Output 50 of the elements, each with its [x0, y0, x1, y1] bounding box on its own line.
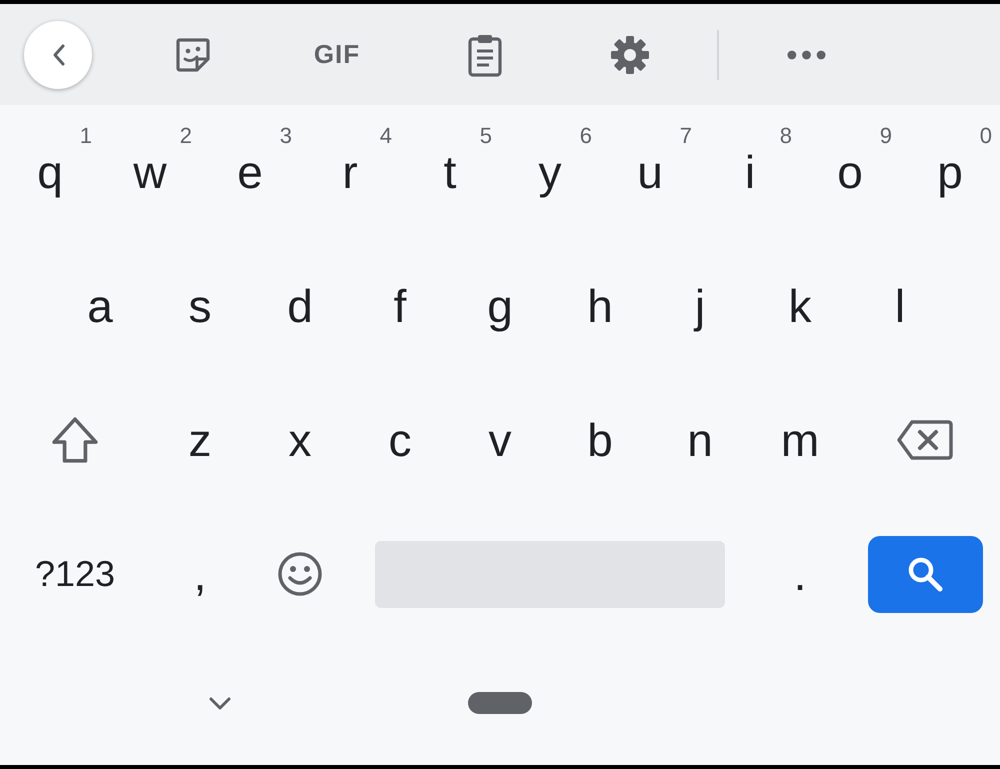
- letter-key[interactable]: u 7: [600, 105, 700, 239]
- letter-key[interactable]: f: [350, 239, 450, 373]
- clipboard-icon[interactable]: [467, 32, 503, 76]
- number-hint: 5: [480, 125, 492, 147]
- letter-key[interactable]: y 6: [500, 105, 600, 239]
- number-hint: 0: [980, 125, 992, 147]
- letter-key[interactable]: m: [750, 373, 850, 507]
- letter-key[interactable]: t 5: [400, 105, 500, 239]
- letter-key[interactable]: ,: [150, 507, 250, 641]
- more-icon[interactable]: [786, 50, 826, 60]
- letter-key[interactable]: x: [250, 373, 350, 507]
- letter-key[interactable]: v: [450, 373, 550, 507]
- number-hint: 8: [780, 125, 792, 147]
- search-button[interactable]: [868, 536, 982, 612]
- letter-key[interactable]: n: [650, 373, 750, 507]
- symbols-key[interactable]: ?123: [0, 507, 150, 641]
- letter-key[interactable]: .: [750, 507, 850, 641]
- number-hint: 6: [580, 125, 592, 147]
- letter-key[interactable]: r 4: [300, 105, 400, 239]
- number-hint: 3: [280, 125, 292, 147]
- number-hint: 2: [180, 125, 192, 147]
- letter-key[interactable]: c: [350, 373, 450, 507]
- chevron-down-icon[interactable]: [208, 696, 232, 710]
- gif-button[interactable]: GIF: [314, 35, 360, 74]
- letter-key[interactable]: l: [850, 239, 950, 373]
- search-icon: [907, 556, 943, 592]
- number-hint: 9: [880, 125, 892, 147]
- letter-key[interactable]: o 9: [800, 105, 900, 239]
- letter-key[interactable]: s: [150, 239, 250, 373]
- letter-key[interactable]: b: [550, 373, 650, 507]
- letter-key[interactable]: k: [750, 239, 850, 373]
- letter-key[interactable]: d: [250, 239, 350, 373]
- number-hint: 4: [380, 125, 392, 147]
- letter-key[interactable]: h: [550, 239, 650, 373]
- letter-key[interactable]: p 0: [900, 105, 1000, 239]
- letter-key[interactable]: i 8: [700, 105, 800, 239]
- sticker-icon[interactable]: [175, 36, 211, 72]
- letter-key[interactable]: q 1: [0, 105, 100, 239]
- letter-key[interactable]: z: [150, 373, 250, 507]
- emoji-icon[interactable]: [276, 550, 324, 598]
- backspace-icon[interactable]: [896, 418, 954, 462]
- letter-key[interactable]: w 2: [100, 105, 200, 239]
- letter-key[interactable]: j: [650, 239, 750, 373]
- letter-key[interactable]: g: [450, 239, 550, 373]
- number-hint: 7: [680, 125, 692, 147]
- number-hint: 1: [80, 125, 92, 147]
- settings-icon[interactable]: [610, 34, 650, 74]
- home-handle[interactable]: [468, 692, 532, 714]
- letter-key[interactable]: a: [50, 239, 150, 373]
- letter-key[interactable]: e 3: [200, 105, 300, 239]
